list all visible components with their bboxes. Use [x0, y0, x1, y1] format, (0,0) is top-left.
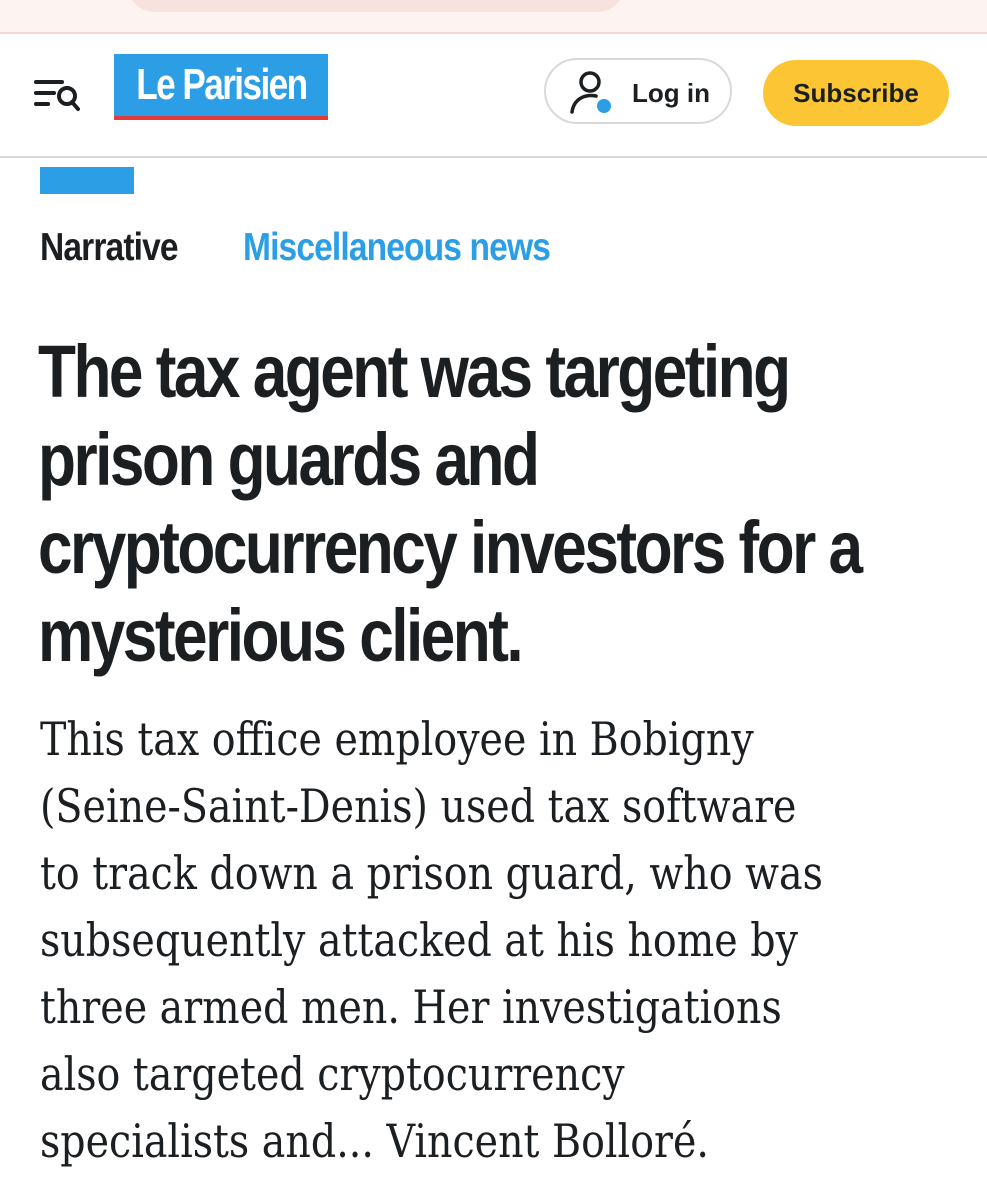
section-link[interactable]: Miscellaneous news — [243, 226, 551, 270]
le-parisien-logo[interactable]: Le Parisien — [114, 54, 328, 120]
user-icon — [570, 71, 611, 114]
subscribe-button[interactable]: Subscribe — [763, 60, 949, 126]
site-header: Le Parisien Log in Subscribe — [0, 34, 987, 158]
menu-search-icon[interactable] — [30, 72, 86, 116]
article-lede: This tax office employee in Bobigny (Sei… — [40, 712, 823, 1168]
address-bar-edge[interactable] — [128, 0, 624, 12]
article-kind-label: Narrative — [40, 226, 179, 269]
article-category: Narrative Miscellaneous news — [40, 226, 551, 270]
browser-top-strip — [0, 0, 987, 34]
login-button[interactable]: Log in — [544, 58, 732, 124]
logo-text: Le Parisien — [135, 60, 308, 109]
article-headline: The tax agent was targeting prison guard… — [38, 330, 863, 677]
login-label: Log in — [632, 78, 710, 108]
section-accent-bar — [40, 167, 134, 194]
